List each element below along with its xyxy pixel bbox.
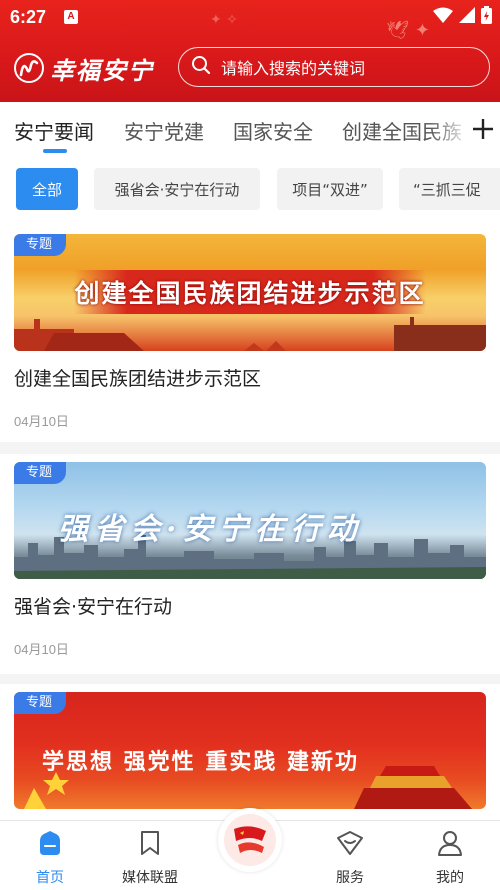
nav-label: 服务 — [336, 870, 364, 886]
signal-icon — [459, 7, 475, 27]
tab-national-security[interactable]: 国家安全 — [233, 116, 313, 145]
nav-center-button[interactable] — [218, 808, 282, 872]
card-date: 04月10日 — [14, 642, 69, 657]
category-tabs: 安宁要闻 安宁党建 国家安全 创建全国民族 — [0, 102, 500, 156]
tab-fade — [430, 102, 470, 156]
plus-icon — [473, 119, 493, 139]
topic-tag: 专题 — [14, 692, 67, 714]
nav-mine[interactable]: 我的 — [410, 829, 490, 887]
nav-service[interactable]: 服务 — [310, 829, 390, 887]
banner-text: 强省会·安宁在行动 — [58, 512, 363, 547]
banner-architecture-illustration — [14, 317, 486, 351]
topic-tag: 专题 — [14, 234, 67, 256]
search-input[interactable]: 请输入搜索的关键词 — [178, 47, 490, 87]
card-title[interactable]: 强省会·安宁在行动 — [14, 592, 172, 619]
battery-icon — [481, 6, 492, 28]
notification-badge: A — [64, 10, 78, 24]
chip-strong-capital[interactable]: 强省会·安宁在行动 — [94, 168, 260, 210]
nav-media-alliance[interactable]: 媒体联盟 — [110, 829, 190, 887]
home-icon — [10, 829, 90, 861]
banner-text: 学思想 强党性 重实践 建新功 — [42, 749, 359, 775]
status-icons — [433, 6, 492, 28]
logo-icon — [14, 53, 44, 83]
chip-all[interactable]: 全部 — [16, 168, 78, 210]
card-banner[interactable]: 创建全国民族团结进步示范区 专题 — [14, 234, 486, 351]
user-icon — [410, 829, 490, 861]
topic-tag: 专题 — [14, 462, 67, 484]
chip-project[interactable]: 项目“双进” — [277, 168, 383, 210]
logo-text: 幸福安宁 — [50, 55, 154, 85]
nav-label: 媒体联盟 — [122, 870, 178, 886]
status-time: 6:27 — [10, 7, 47, 27]
news-card[interactable]: 创建全国民族团结进步示范区 专题 创建全国民族团结进步示范区 04月10日 — [0, 226, 500, 442]
app-logo: 幸福安宁 — [14, 50, 154, 86]
tab-anning-news[interactable]: 安宁要闻 — [14, 116, 94, 145]
chip-three-grasp[interactable]: “三抓三促 — [399, 168, 500, 210]
party-emblem-icon — [224, 814, 276, 866]
app-header: ✦ ✧ 🕊 ✦ 6:27 A 幸福安宁 请输入搜索的关键词 — [0, 0, 500, 102]
card-date: 04月10日 — [14, 414, 69, 429]
card-banner[interactable]: 强省会·安宁在行动 专题 — [14, 462, 486, 579]
search-icon — [191, 55, 211, 79]
news-card[interactable]: 强省会·安宁在行动 专题 强省会·安宁在行动 04月10日 — [0, 454, 500, 674]
tab-anning-party[interactable]: 安宁党建 — [124, 116, 204, 145]
add-channel-button[interactable] — [466, 102, 500, 156]
banner-text: 创建全国民族团结进步示范区 — [74, 279, 426, 308]
active-tab-indicator — [43, 149, 67, 153]
nav-home[interactable]: 首页 — [10, 829, 90, 887]
search-placeholder: 请输入搜索的关键词 — [221, 59, 366, 78]
service-icon — [310, 829, 390, 861]
news-card[interactable]: 学思想 强党性 重实践 建新功 专题 — [0, 684, 500, 820]
nav-label: 首页 — [36, 870, 64, 886]
nav-label: 我的 — [436, 870, 464, 886]
card-title[interactable]: 创建全国民族团结进步示范区 — [14, 364, 261, 391]
filter-chips: 全部 强省会·安宁在行动 项目“双进” “三抓三促 — [0, 156, 500, 226]
card-banner[interactable]: 学思想 强党性 重实践 建新功 专题 — [14, 692, 486, 809]
status-bar: 6:27 A — [0, 0, 500, 34]
bookmark-icon — [110, 829, 190, 861]
wifi-icon — [433, 7, 453, 27]
